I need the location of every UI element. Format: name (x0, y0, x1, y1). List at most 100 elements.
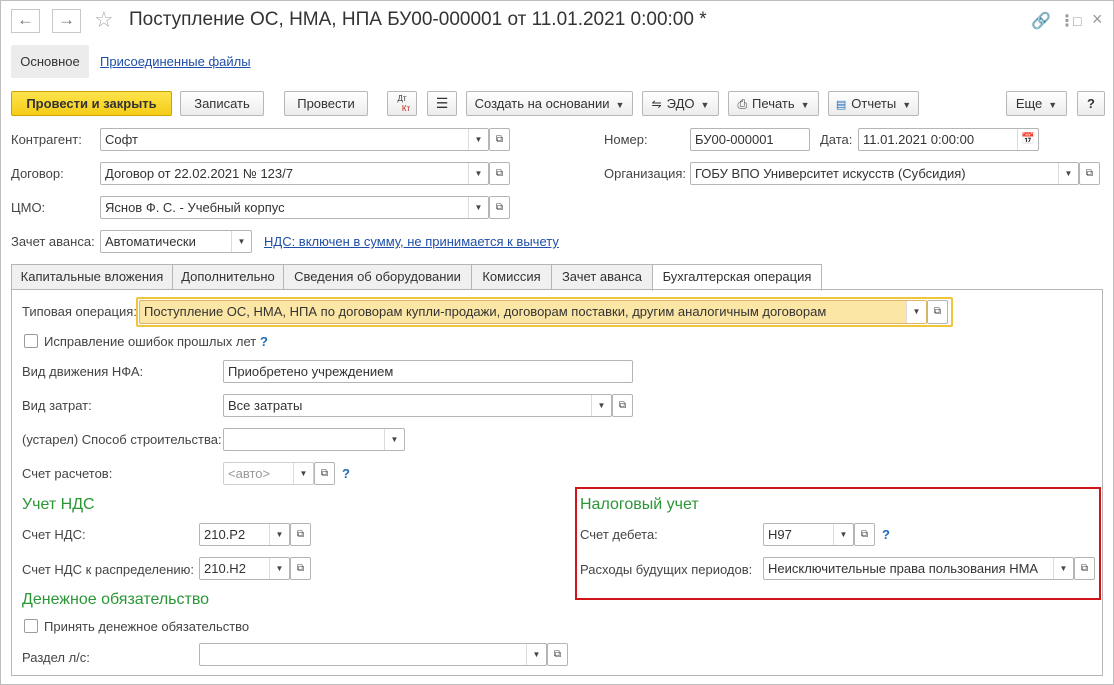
vat-group-title: Учет НДС (22, 496, 95, 513)
vat-dist-open-button[interactable]: ⧉ (290, 557, 311, 580)
open-icon: ⧉ (860, 529, 869, 540)
contractor-field[interactable]: Софт ▼ (100, 128, 489, 151)
dt-kt-button[interactable]: Дт Кт (387, 91, 417, 116)
star-icon[interactable]: ☆ (94, 8, 114, 32)
monetary-group-title: Денежное обязательство (22, 591, 210, 608)
vat-link[interactable]: НДС: включен в сумму, не принимается к в… (264, 234, 559, 249)
debit-account-open-button[interactable]: ⧉ (854, 523, 875, 546)
cmo-open-button[interactable]: ⧉ (489, 196, 510, 219)
tab-additional[interactable]: Дополнительно (172, 264, 284, 290)
future-expenses-label: Расходы будущих периодов: (580, 562, 753, 577)
open-icon: ⧉ (933, 306, 942, 317)
chevron-down-icon[interactable]: ▼ (231, 231, 251, 252)
contract-label: Договор: (11, 166, 64, 181)
chevron-down-icon[interactable]: ▼ (384, 429, 404, 450)
nfa-field[interactable]: Приобретено учреждением (223, 360, 633, 383)
chevron-down-icon[interactable]: ▼ (269, 558, 289, 579)
chevron-down-icon[interactable]: ▼ (468, 197, 488, 218)
vat-account-field[interactable]: 210.Р2 ▼ (199, 523, 290, 546)
accept-obligation-checkbox[interactable] (24, 619, 38, 633)
number-field[interactable]: БУ00-000001 (690, 128, 810, 151)
help-icon[interactable]: ? (342, 466, 350, 481)
tab-accounting-operation[interactable]: Бухгалтерская операция (652, 264, 822, 291)
reports-button[interactable]: ▤ Отчеты ▼ (828, 91, 919, 116)
section-ls-field[interactable]: ▼ (199, 643, 547, 666)
accept-obligation-label: Принять денежное обязательство (44, 619, 250, 634)
fix-errors-checkbox[interactable] (24, 334, 38, 348)
link-icon[interactable]: 🔗 (1031, 11, 1051, 31)
section-attached-files[interactable]: Присоединенные файлы (100, 54, 251, 69)
section-ls-open-button[interactable]: ⧉ (547, 643, 568, 666)
tab-capital-investments[interactable]: Капитальные вложения (11, 264, 173, 290)
org-field[interactable]: ГОБУ ВПО Университет искусств (Субсидия)… (690, 162, 1079, 185)
tax-group-title: Налоговый учет (580, 496, 699, 513)
tab-equipment-info[interactable]: Сведения об оборудовании (283, 264, 472, 290)
contractor-label: Контрагент: (11, 132, 82, 147)
edo-button[interactable]: ⇋ ЭДО ▼ (642, 91, 719, 116)
tab-advance[interactable]: Зачет аванса (551, 264, 653, 290)
help-icon[interactable]: ? (882, 527, 890, 542)
costs-open-button[interactable]: ⧉ (612, 394, 633, 417)
chevron-down-icon[interactable]: ▼ (906, 301, 926, 323)
back-button[interactable]: ← (11, 9, 40, 33)
typical-operation-open-button[interactable]: ⧉ (927, 300, 948, 324)
window-title: Поступление ОС, НМА, НПА БУ00-000001 от … (129, 9, 707, 30)
account-label: Счет расчетов: (22, 466, 113, 481)
chevron-down-icon: ▼ (902, 100, 912, 110)
debit-account-field[interactable]: Н97 ▼ (763, 523, 854, 546)
chevron-down-icon[interactable]: ▼ (1053, 558, 1073, 579)
help-button[interactable]: ? (1077, 91, 1105, 116)
forward-button[interactable]: → (52, 9, 81, 33)
contractor-open-button[interactable]: ⧉ (489, 128, 510, 151)
open-icon: ⧉ (553, 649, 562, 660)
arrow-left-icon: ← (17, 10, 34, 29)
advance-field[interactable]: Автоматически ▼ (100, 230, 252, 253)
chevron-down-icon: ▼ (700, 100, 710, 110)
costs-field[interactable]: Все затраты ▼ (223, 394, 612, 417)
costs-label: Вид затрат: (22, 398, 92, 413)
section-ls-label: Раздел л/с: (22, 650, 90, 665)
chevron-down-icon[interactable]: ▼ (833, 524, 853, 545)
tab-commission[interactable]: Комиссия (471, 264, 552, 290)
save-button[interactable]: Записать (180, 91, 264, 116)
contract-open-button[interactable]: ⧉ (489, 162, 510, 185)
chevron-down-icon[interactable]: ▼ (468, 163, 488, 184)
chevron-down-icon[interactable]: ▼ (1058, 163, 1078, 184)
close-icon[interactable]: × (1092, 9, 1103, 30)
vat-dist-field[interactable]: 210.Н2 ▼ (199, 557, 290, 580)
chevron-down-icon[interactable]: ▼ (269, 524, 289, 545)
create-based-on-button[interactable]: Создать на основании ▼ (466, 91, 633, 116)
chevron-down-icon[interactable]: ▼ (526, 644, 546, 665)
contract-field[interactable]: Договор от 22.02.2021 № 123/7 ▼ (100, 162, 489, 185)
dt-kt-icon: Дт Кт (397, 94, 411, 113)
print-button[interactable]: ⎙ Печать ▼ (728, 91, 819, 116)
chevron-down-icon: ▼ (615, 100, 625, 110)
journal-button[interactable]: ☰ (427, 91, 457, 116)
open-icon: ⧉ (495, 168, 504, 179)
account-field[interactable]: <авто> ▼ (223, 462, 314, 485)
printer-icon: ⎙ (737, 97, 748, 111)
section-main[interactable]: Основное (11, 45, 89, 78)
chevron-down-icon[interactable]: ▼ (468, 129, 488, 150)
more-button[interactable]: Еще ▼ (1006, 91, 1067, 116)
account-open-button[interactable]: ⧉ (314, 462, 335, 485)
date-label: Дата: (820, 132, 853, 147)
future-expenses-field[interactable]: Неисключительные права пользования НМА ▼ (763, 557, 1074, 580)
chevron-down-icon[interactable]: ▼ (293, 463, 313, 484)
date-field[interactable]: 11.01.2021 0:00:00 📅 (858, 128, 1039, 151)
arrow-right-icon: → (58, 10, 75, 29)
cmo-label: ЦМО: (11, 200, 46, 215)
calendar-icon[interactable]: 📅 (1017, 129, 1038, 150)
typical-operation-label: Типовая операция: (22, 304, 137, 319)
cmo-field[interactable]: Яснов Ф. С. - Учебный корпус ▼ (100, 196, 489, 219)
help-icon[interactable]: ? (260, 334, 268, 349)
org-open-button[interactable]: ⧉ (1079, 162, 1100, 185)
future-expenses-open-button[interactable]: ⧉ (1074, 557, 1095, 580)
post-button[interactable]: Провести (284, 91, 368, 116)
typical-operation-field[interactable]: Поступление ОС, НМА, НПА по договорам ку… (139, 300, 927, 324)
vat-account-open-button[interactable]: ⧉ (290, 523, 311, 546)
build-method-field[interactable]: ▼ (223, 428, 405, 451)
post-and-close-button[interactable]: Провести и закрыть (11, 91, 172, 116)
chevron-down-icon[interactable]: ▼ (591, 395, 611, 416)
restore-icon[interactable]: □ (1073, 13, 1081, 29)
